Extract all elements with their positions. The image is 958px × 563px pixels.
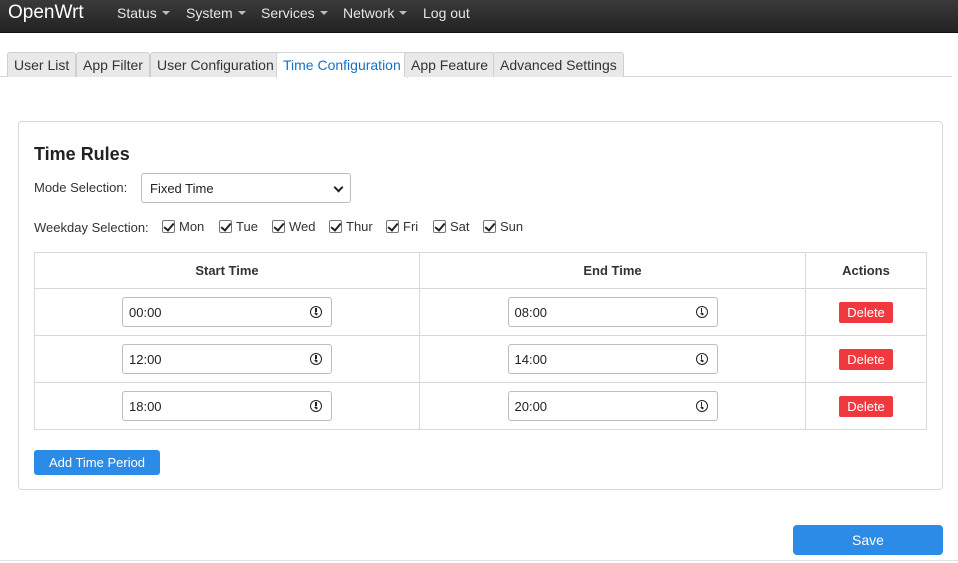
start-time-input[interactable]: 12:00: [122, 344, 332, 374]
tab-time-configuration[interactable]: Time Configuration: [276, 52, 408, 78]
nav-services-label: Services: [261, 5, 315, 21]
weekday-sun[interactable]: Sun: [483, 219, 523, 234]
nav-system-label: System: [186, 5, 233, 21]
save-button[interactable]: Save: [793, 525, 943, 555]
weekday-label: Thur: [346, 219, 373, 234]
checkbox-checked-icon[interactable]: [272, 220, 285, 233]
nav-logout[interactable]: Log out: [423, 0, 470, 26]
header-end-time: End Time: [419, 252, 806, 289]
start-time-cell: 00:00: [34, 288, 420, 336]
chevron-down-icon: [161, 11, 170, 16]
mode-selection-select[interactable]: Fixed Time: [141, 173, 351, 203]
nav-system[interactable]: System: [186, 0, 246, 26]
weekday-sat[interactable]: Sat: [433, 219, 470, 234]
weekday-selection-label: Weekday Selection:: [34, 220, 149, 235]
start-time-input[interactable]: 18:00: [122, 391, 332, 421]
weekday-label: Tue: [236, 219, 258, 234]
top-navbar: OpenWrt Status System Services Network L…: [0, 0, 958, 33]
clock-icon[interactable]: [695, 400, 708, 412]
weekday-tue[interactable]: Tue: [219, 219, 258, 234]
time-rules-panel: Time Rules Mode Selection: Fixed Time We…: [18, 121, 943, 490]
section-title: Time Rules: [34, 144, 130, 164]
tab-user-list[interactable]: User List: [7, 52, 77, 77]
chevron-down-icon: [237, 11, 246, 16]
footer-divider: [0, 560, 958, 561]
clock-icon[interactable]: [310, 353, 322, 365]
end-time-cell: 20:00: [419, 382, 806, 430]
mode-selection-label: Mode Selection:: [34, 180, 128, 195]
end-time-input[interactable]: 20:00: [507, 391, 718, 421]
nav-status-label: Status: [117, 5, 157, 21]
table-header-row: Start Time End Time Actions: [34, 252, 927, 289]
weekday-label: Fri: [403, 219, 419, 234]
weekday-fri[interactable]: Fri: [386, 219, 418, 234]
checkbox-checked-icon[interactable]: [219, 220, 232, 233]
weekday-label: Wed: [289, 219, 316, 234]
checkbox-checked-icon[interactable]: [433, 220, 446, 233]
start-time-input[interactable]: 00:00: [122, 297, 332, 327]
nav-logout-label: Log out: [423, 5, 470, 21]
end-time-value: 20:00: [514, 399, 548, 414]
end-time-input[interactable]: 14:00: [507, 344, 718, 374]
weekday-label: Sun: [500, 219, 524, 234]
start-time-value: 00:00: [129, 305, 162, 320]
table-row: 12:00 14:00 Delete: [34, 335, 927, 383]
actions-cell: Delete: [805, 335, 927, 383]
delete-button[interactable]: Delete: [839, 348, 893, 370]
tab-user-configuration[interactable]: User Configuration: [150, 52, 281, 77]
checkbox-checked-icon[interactable]: [386, 220, 399, 233]
clock-icon[interactable]: [310, 306, 322, 318]
clock-icon[interactable]: [310, 400, 322, 412]
chevron-down-icon: [333, 182, 344, 193]
nav-network-label: Network: [343, 5, 395, 21]
chevron-down-icon: [319, 11, 328, 16]
nav-services[interactable]: Services: [261, 0, 328, 26]
nav-status[interactable]: Status: [117, 0, 170, 26]
nav-network[interactable]: Network: [343, 0, 408, 26]
brand-logo[interactable]: OpenWrt: [8, 0, 84, 26]
delete-button[interactable]: Delete: [839, 395, 893, 417]
add-time-period-button[interactable]: Add Time Period: [34, 450, 160, 475]
weekday-thur[interactable]: Thur: [329, 219, 373, 234]
chevron-down-icon: [399, 11, 408, 16]
weekday-wed[interactable]: Wed: [272, 219, 316, 234]
delete-button[interactable]: Delete: [839, 301, 893, 323]
checkbox-checked-icon[interactable]: [329, 220, 342, 233]
end-time-value: 14:00: [514, 352, 548, 367]
header-actions: Actions: [805, 252, 927, 289]
end-time-cell: 08:00: [419, 288, 806, 336]
time-periods-table: Start Time End Time Actions 00:00 08:00 …: [34, 252, 927, 430]
checkbox-checked-icon[interactable]: [162, 220, 175, 233]
start-time-cell: 18:00: [34, 382, 420, 430]
start-time-value: 18:00: [129, 399, 162, 414]
actions-cell: Delete: [805, 288, 927, 336]
tab-advanced-settings[interactable]: Advanced Settings: [493, 52, 624, 77]
end-time-input[interactable]: 08:00: [507, 297, 718, 327]
header-start-time: Start Time: [34, 252, 420, 289]
table-row: 18:00 20:00 Delete: [34, 382, 927, 430]
weekday-label: Sat: [450, 219, 470, 234]
tab-app-filter[interactable]: App Filter: [76, 52, 150, 77]
tab-app-feature[interactable]: App Feature: [404, 52, 496, 77]
weekday-mon[interactable]: Mon: [162, 219, 204, 234]
clock-icon[interactable]: [695, 353, 708, 365]
table-row: 00:00 08:00 Delete: [34, 288, 927, 336]
clock-icon[interactable]: [695, 306, 708, 318]
actions-cell: Delete: [805, 382, 927, 430]
start-time-cell: 12:00: [34, 335, 420, 383]
tab-bar: User List App Filter User Configuration …: [0, 52, 952, 78]
checkbox-checked-icon[interactable]: [483, 220, 496, 233]
weekday-label: Mon: [179, 219, 205, 234]
start-time-value: 12:00: [129, 352, 162, 367]
mode-selection-value: Fixed Time: [150, 181, 214, 196]
end-time-value: 08:00: [514, 305, 548, 320]
end-time-cell: 14:00: [419, 335, 806, 383]
